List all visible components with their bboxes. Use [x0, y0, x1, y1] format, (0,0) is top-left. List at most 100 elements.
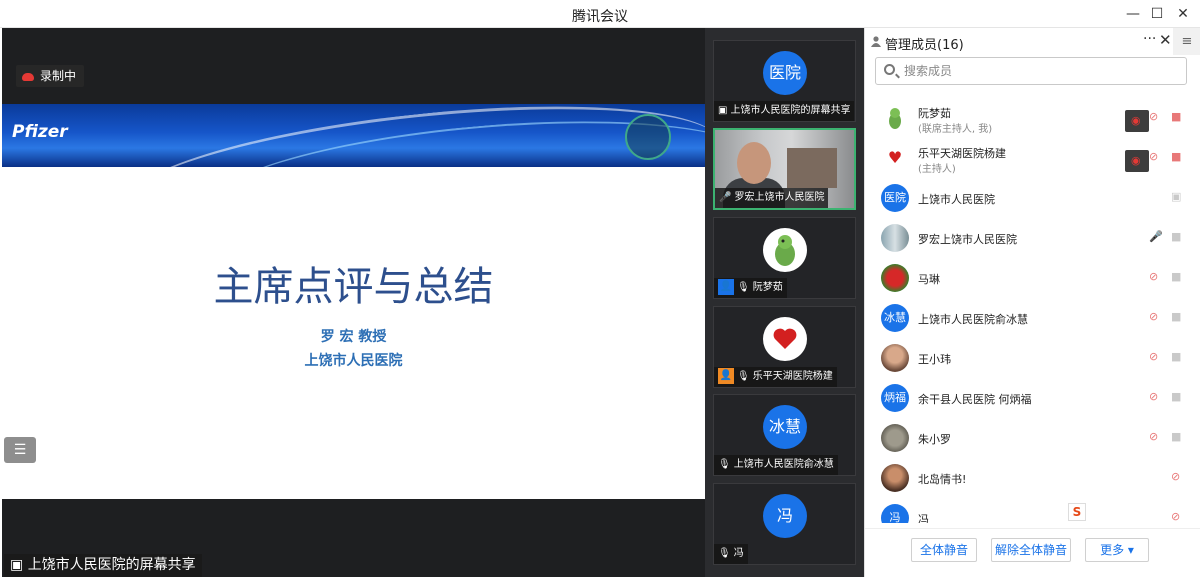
user-badge-icon: 👤 [718, 279, 734, 295]
dinosaur-avatar [763, 228, 807, 272]
close-panel-button[interactable]: ✕ [1159, 31, 1172, 49]
member-row[interactable]: ♥ 乐平天湖医院杨建 (主持人) ◉ ⊘ ■ [865, 138, 1200, 177]
slide-hospital: 上饶市人民医院 [304, 353, 403, 369]
tile-caption: ▣ 上饶市人民医院的屏幕共享 [714, 101, 855, 121]
mic-muted-icon[interactable]: ⊘ [1149, 390, 1158, 403]
dinosaur-icon [775, 235, 795, 266]
member-row[interactable]: 罗宏上饶市人民医院 🎤 ■ [865, 218, 1200, 257]
member-name: 王小玮 [918, 353, 951, 366]
camera-off-icon[interactable]: ■ [1171, 430, 1181, 443]
cloud-record-icon: ◉ [1125, 150, 1149, 172]
avatar: 冯 [881, 504, 909, 523]
tile-caption: 👤 🎙 乐平天湖医院杨建 [714, 367, 837, 387]
screen-share-icon: ▣ [718, 105, 728, 116]
more-button[interactable]: 更多 ▾ [1085, 538, 1149, 562]
recording-indicator[interactable]: 录制中 [16, 65, 85, 87]
list-menu-button[interactable]: ☰ [4, 437, 36, 463]
background-building [787, 148, 837, 188]
panel-menu-button[interactable]: ≡ [1173, 28, 1200, 55]
heart-icon [773, 328, 797, 349]
video-tile[interactable]: 👤 🎙 阮梦茹 [713, 217, 856, 299]
window-title: 腾讯会议 [572, 9, 628, 25]
tile-caption: 🎤 罗宏上饶市人民医院 [715, 188, 829, 208]
video-tile[interactable]: 冯 🎙 冯 [713, 483, 856, 565]
window-titlebar: 腾讯会议 — ☐ ✕ [0, 0, 1200, 28]
member-name: 阮梦茹 [918, 107, 951, 120]
member-row[interactable]: 阮梦茹 (联席主持人, 我) ◉ ⊘ ■ [865, 98, 1200, 137]
mic-muted-icon[interactable]: ⊘ [1171, 470, 1180, 483]
mic-muted-icon[interactable]: ⊘ [1171, 510, 1180, 523]
minimize-button[interactable]: — [1122, 4, 1144, 24]
mic-icon: 🎤 [719, 192, 732, 203]
tile-caption: 🎙 上饶市人民医院俞冰慧 [714, 455, 838, 475]
dinosaur-avatar [881, 104, 909, 132]
flower-avatar [881, 264, 909, 292]
camera-off-icon[interactable]: ■ [1171, 150, 1181, 163]
mic-muted-icon: 🎙 [737, 282, 750, 293]
avatar: 冰慧 [881, 304, 909, 332]
camera-off-icon[interactable]: ■ [1171, 270, 1181, 283]
cloud-record-icon [22, 72, 34, 81]
member-row[interactable]: 医院 上饶市人民医院 ▣ [865, 178, 1200, 217]
member-role: (主持人) [918, 164, 956, 175]
mic-muted-icon: 🎙 [718, 548, 731, 559]
member-name: 冯 [918, 513, 929, 523]
camera-off-icon[interactable]: ■ [1171, 310, 1181, 323]
mic-muted-icon[interactable]: ⊘ [1149, 430, 1158, 443]
camera-off-icon[interactable]: ■ [1171, 350, 1181, 363]
screen-share-icon: ▣ [1171, 190, 1182, 203]
member-row[interactable]: 马琳 ⊘ ■ [865, 258, 1200, 297]
mic-muted-icon[interactable]: ⊘ [1149, 350, 1158, 363]
mute-all-button[interactable]: 全体静音 [911, 538, 977, 562]
mic-muted-icon[interactable]: ⊘ [1149, 110, 1158, 123]
member-row[interactable]: 北岛情书! ⊘ [865, 458, 1200, 497]
member-name: 朱小罗 [918, 433, 951, 446]
mic-muted-icon[interactable]: ⊘ [1149, 150, 1158, 163]
avatar: 冰慧 [763, 405, 807, 449]
video-tile[interactable]: 👤 🎙 乐平天湖医院杨建 [713, 306, 856, 388]
pfizer-logo: Pfizer [12, 122, 68, 142]
member-name: 北岛情书! [918, 473, 967, 486]
dinosaur-icon [889, 108, 901, 129]
video-tile-active-speaker[interactable]: 🎤 罗宏上饶市人民医院 [713, 128, 856, 210]
avatar: 炳福 [881, 384, 909, 412]
heart-avatar [763, 317, 807, 361]
video-tile[interactable]: 医院 ▣ 上饶市人民医院的屏幕共享 [713, 40, 856, 122]
mic-muted-icon: 🎙 [718, 459, 731, 470]
shared-screen-view: 录制中 Pfizer 主席点评与总结 罗 宏 教授 上饶市人民医院 ☰ ▣ 上饶… [2, 28, 705, 577]
camera-off-icon[interactable]: ■ [1171, 110, 1181, 123]
member-row[interactable]: 朱小罗 ⊘ ■ [865, 418, 1200, 457]
slide-banner: Pfizer [2, 104, 705, 167]
presentation-slide: Pfizer 主席点评与总结 罗 宏 教授 上饶市人民医院 [2, 104, 705, 499]
unmute-all-button[interactable]: 解除全体静音 [991, 538, 1071, 562]
recording-label: 录制中 [40, 69, 77, 83]
camera-icon[interactable]: ■ [1171, 230, 1181, 243]
member-row[interactable]: 炳福 余干县人民医院 何炳福 ⊘ ■ [865, 378, 1200, 417]
camera-off-icon[interactable]: ■ [1171, 390, 1181, 403]
association-seal-logo [625, 114, 671, 160]
mic-muted-icon[interactable]: ⊘ [1149, 270, 1158, 283]
member-role: (联席主持人, 我) [918, 124, 993, 135]
member-row[interactable]: 冰慧 上饶市人民医院俞冰慧 ⊘ ■ [865, 298, 1200, 337]
photo-avatar [881, 424, 909, 452]
more-options-button[interactable]: ··· [1143, 31, 1156, 47]
member-row[interactable]: 王小玮 ⊘ ■ [865, 338, 1200, 377]
member-name: 余干县人民医院 何炳福 [918, 393, 1032, 406]
member-row[interactable]: 冯 冯 ⊘ [865, 498, 1200, 523]
close-window-button[interactable]: ✕ [1172, 4, 1194, 24]
input-method-icon[interactable]: S [1068, 503, 1086, 521]
members-panel-footer: 全体静音 解除全体静音 更多 ▾ [865, 528, 1200, 577]
tile-caption: 🎙 冯 [714, 544, 748, 564]
search-icon [884, 64, 895, 75]
mic-muted-icon[interactable]: ⊘ [1149, 310, 1158, 323]
photo-avatar [881, 464, 909, 492]
video-tile[interactable]: 冰慧 🎙 上饶市人民医院俞冰慧 [713, 394, 856, 476]
maximize-button[interactable]: ☐ [1146, 4, 1168, 24]
member-search-box[interactable] [875, 57, 1187, 85]
member-search-input[interactable] [904, 62, 1174, 80]
screen-share-icon: ▣ [10, 557, 28, 573]
waterfall-avatar [881, 224, 909, 252]
avatar: 医院 [881, 184, 909, 212]
mic-muted-icon: 🎙 [737, 371, 750, 382]
mic-icon[interactable]: 🎤 [1149, 230, 1163, 243]
